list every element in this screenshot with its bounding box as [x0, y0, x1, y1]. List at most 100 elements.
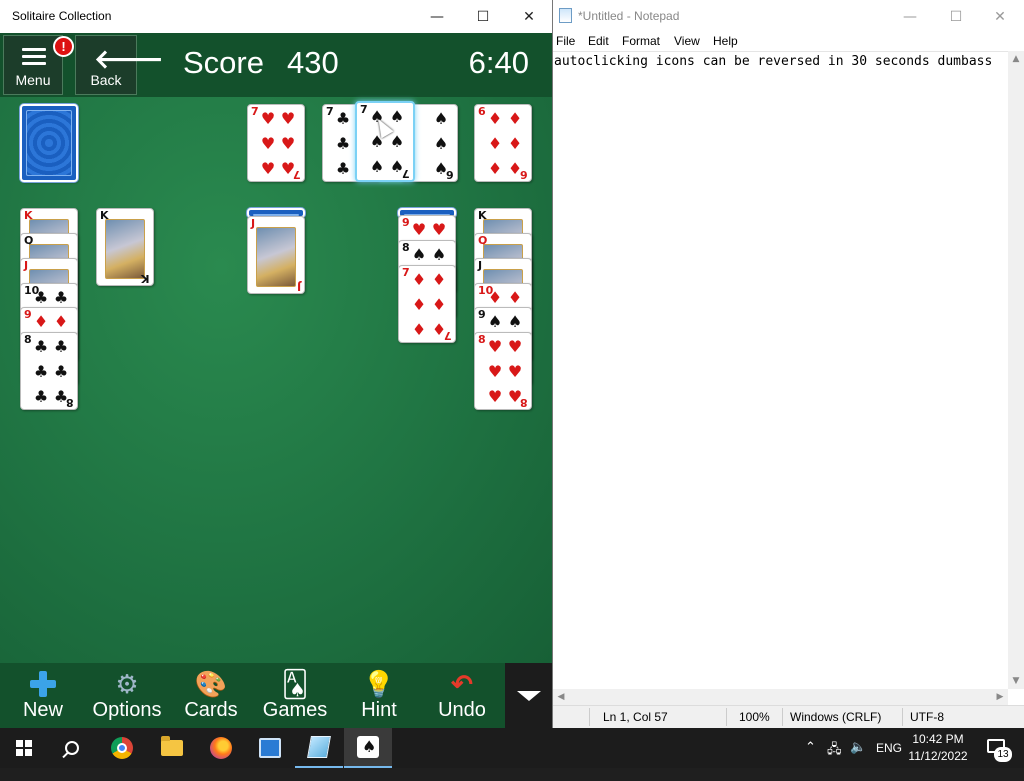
score-value: 430: [287, 45, 339, 80]
card-rank: 6: [520, 168, 528, 181]
new-label: New: [22, 699, 63, 721]
scroll-left-icon[interactable]: ◀: [553, 689, 569, 705]
scroll-up-icon[interactable]: ▲: [1008, 51, 1024, 67]
notepad-title: *Untitled - Notepad: [578, 9, 680, 23]
window-title: Solitaire Collection: [12, 9, 112, 23]
menu-format[interactable]: Format: [622, 34, 660, 48]
control-panel-icon: [259, 738, 281, 758]
horizontal-scrollbar[interactable]: ◀ ▶: [553, 689, 1008, 705]
close-button[interactable]: ✕: [506, 0, 552, 33]
menu-file[interactable]: File: [556, 34, 575, 48]
options-button[interactable]: ⚙ Options: [92, 667, 162, 725]
notepad-titlebar[interactable]: *Untitled - Notepad — ☐ ✕: [553, 0, 1024, 32]
scroll-right-icon[interactable]: ▶: [992, 689, 1008, 705]
more-button[interactable]: [505, 663, 552, 728]
palette-icon: 🎨: [194, 669, 228, 699]
games-label: Games: [262, 699, 328, 721]
taskbar-solitaire[interactable]: [344, 728, 392, 768]
new-game-button[interactable]: New: [16, 667, 70, 725]
chrome-icon: [111, 737, 133, 759]
back-button[interactable]: 🡐 Back: [75, 35, 164, 95]
hint-button[interactable]: 💡 Hint: [354, 667, 404, 725]
card-rank: J: [478, 259, 483, 272]
solitaire-titlebar[interactable]: Solitaire Collection — ☐ ✕: [0, 0, 552, 33]
plus-icon: [30, 671, 56, 697]
gear-icon: ⚙: [115, 669, 139, 699]
minimize-button[interactable]: —: [887, 0, 933, 33]
card-7-diamonds[interactable]: 7 ♦ ♦ ♦ ♦ ♦ ♦ 7: [398, 265, 456, 343]
card-pips: ♦ ♦ ♦ ♦ ♦ ♦: [411, 270, 447, 339]
clock[interactable]: 10:42 PM 11/12/2022: [906, 731, 970, 765]
chevron-up-icon[interactable]: ⌃: [805, 740, 816, 755]
menu-edit[interactable]: Edit: [588, 34, 609, 48]
card-pips: ♠ ♠ ♠ ♠ ♠ ♠: [369, 107, 405, 176]
back-arrow-icon: 🡐: [94, 45, 164, 75]
vertical-scrollbar[interactable]: ▲ ▼: [1008, 51, 1024, 689]
line-endings: Windows (CRLF): [790, 710, 882, 724]
card-8-clubs[interactable]: 8 ♣ ♣ ♣ ♣ ♣ ♣ 8: [20, 332, 78, 410]
language-indicator[interactable]: ENG: [876, 741, 902, 781]
taskbar-control-panel[interactable]: [246, 728, 294, 768]
undo-label: Undo: [438, 699, 486, 721]
maximize-button[interactable]: ☐: [933, 0, 979, 33]
card-rank: 6: [446, 168, 454, 181]
scroll-down-icon[interactable]: ▼: [1008, 673, 1024, 689]
card-king-spades[interactable]: K K: [96, 208, 154, 286]
encoding: UTF-8: [910, 710, 944, 724]
notepad-icon: [307, 736, 331, 758]
card-pips: ♥ ♥ ♥ ♥ ♥ ♥: [487, 337, 523, 406]
hamburger-icon: [22, 48, 46, 66]
volume-icon[interactable]: 🔈: [850, 740, 866, 755]
notepad-icon: [559, 8, 572, 23]
stock-pile[interactable]: [20, 104, 78, 182]
windows-icon: [16, 740, 32, 756]
games-button[interactable]: 🂡 Games: [262, 667, 328, 725]
taskbar-file-explorer[interactable]: [148, 728, 196, 768]
score-label: Score: [183, 45, 264, 80]
card-rank: J: [296, 280, 301, 293]
minimize-button[interactable]: —: [414, 0, 460, 33]
cards-label: Cards: [184, 699, 238, 721]
taskbar-firefox[interactable]: [197, 728, 245, 768]
taskbar-notepad[interactable]: [295, 728, 343, 768]
search-button[interactable]: [48, 728, 96, 768]
taskbar-chrome[interactable]: [98, 728, 146, 768]
taskbar: ⌃ 🖧 🔈 ENG 10:42 PM 11/12/2022 13: [0, 728, 1024, 768]
clock-time: 10:42 PM: [912, 732, 964, 746]
chevron-down-icon: [517, 690, 541, 701]
card-rank: J: [251, 217, 256, 230]
card-pips: ♥ ♥ ♥ ♥ ♥ ♥: [260, 109, 296, 178]
hint-label: Hint: [361, 699, 397, 721]
notification-count: 13: [994, 747, 1012, 762]
notification-center-button[interactable]: 13: [984, 728, 1024, 768]
card-8-hearts[interactable]: 8 ♥ ♥ ♥ ♥ ♥ ♥ 8: [474, 332, 532, 410]
card-7-hearts[interactable]: 7 ♥ ♥ ♥ ♥ ♥ ♥ 7: [247, 104, 305, 182]
close-button[interactable]: ✕: [977, 0, 1023, 33]
card-rank: J: [24, 259, 29, 272]
text-editor[interactable]: autoclicking icons can be reversed in 30…: [553, 51, 1008, 689]
cursor-position: Ln 1, Col 57: [603, 710, 668, 724]
cards-icon: 🂡: [281, 669, 309, 699]
card-rank: K: [141, 272, 150, 285]
editor-content: autoclicking icons can be reversed in 30…: [554, 54, 993, 69]
card-jack-diamonds-col4[interactable]: J J: [247, 216, 305, 294]
card-face-art: [105, 219, 145, 279]
lightbulb-icon: 💡: [362, 669, 396, 699]
menu-bar: File Edit Format View Help: [553, 32, 1024, 51]
menu-view[interactable]: View: [674, 34, 700, 48]
network-icon[interactable]: 🖧: [827, 740, 842, 762]
alert-badge[interactable]: !: [53, 36, 74, 57]
folder-icon: [161, 736, 183, 756]
card-7-spades-selected[interactable]: 7 ♠ ♠ ♠ ♠ ♠ ♠ 7: [355, 101, 415, 182]
card-6-diamonds[interactable]: 6 ♦ ♦ ♦ ♦ ♦ ♦ 6: [474, 104, 532, 182]
solitaire-icon: [357, 736, 379, 758]
start-button[interactable]: [0, 728, 48, 768]
cards-button[interactable]: 🎨 Cards: [182, 667, 240, 725]
menu-help[interactable]: Help: [713, 34, 738, 48]
notepad-window: *Untitled - Notepad — ☐ ✕ File Edit Form…: [553, 0, 1024, 728]
undo-button[interactable]: ↶ Undo: [434, 667, 490, 725]
options-label: Options: [92, 699, 162, 721]
maximize-button[interactable]: ☐: [460, 0, 506, 33]
card-rank: 8: [66, 396, 74, 409]
game-timer: 6:40: [468, 45, 529, 80]
